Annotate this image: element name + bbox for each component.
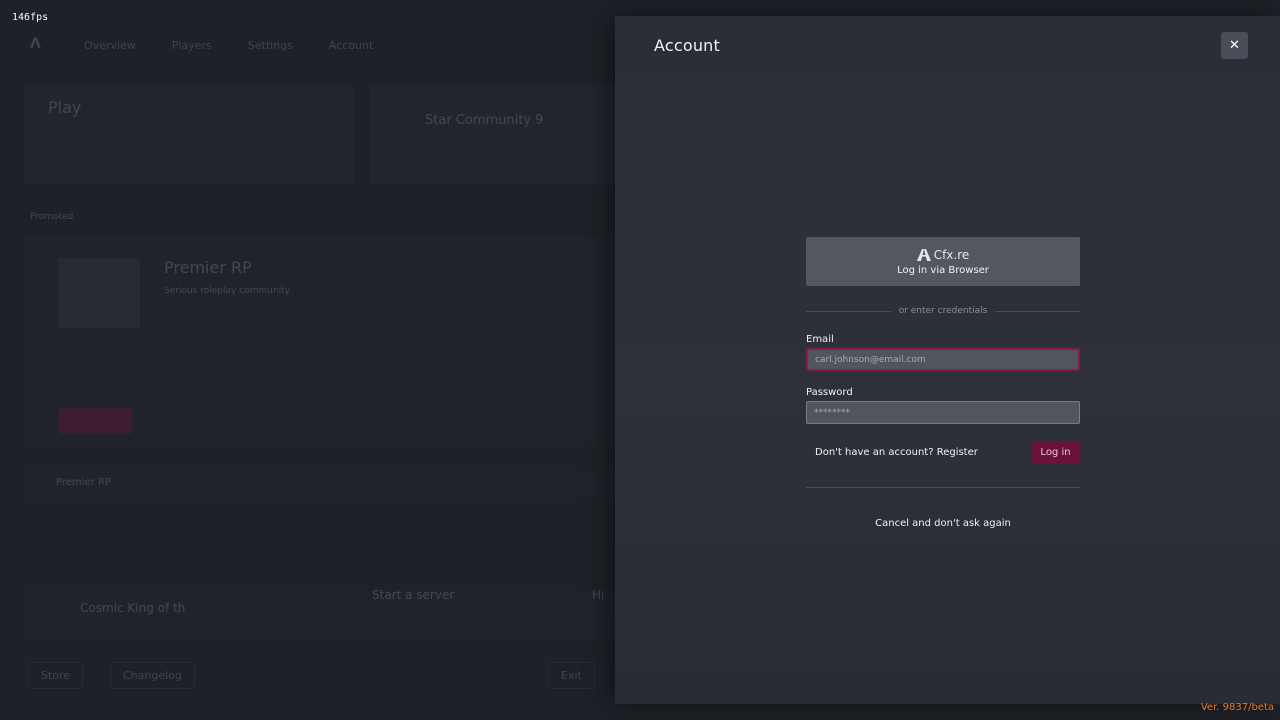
- bg-bottom-cards: [24, 590, 615, 640]
- bg-card-title: Hi: [592, 588, 605, 602]
- credentials-divider: or enter credentials: [806, 305, 1080, 317]
- account-panel: Account ✕ Cfx.re Log in via Browser or e…: [615, 16, 1280, 704]
- password-field[interactable]: [806, 401, 1080, 424]
- divider-text: or enter credentials: [898, 306, 988, 316]
- fps-counter: 146fps: [12, 12, 49, 23]
- cfx-logo-icon: [916, 248, 931, 261]
- bg-server-name: Premier RP: [164, 258, 252, 277]
- bg-card-title: Cosmic King of th: [80, 601, 186, 615]
- password-label: Password: [806, 387, 853, 398]
- bg-card-title: Start a server: [372, 588, 455, 602]
- divider-line: [806, 310, 891, 312]
- bg-nav-item: Players: [171, 38, 212, 52]
- bg-server-sub: Serious roleplay community: [164, 286, 290, 296]
- page-title: Account: [654, 36, 721, 55]
- bg-list-header: [24, 470, 615, 498]
- bg-featured-card: [370, 84, 615, 184]
- login-button[interactable]: Log in: [1031, 440, 1080, 464]
- browser-login-button[interactable]: Cfx.re Log in via Browser: [806, 237, 1080, 286]
- form-actions: Don't have an account? Register Log in: [806, 440, 1080, 464]
- email-field[interactable]: [806, 348, 1080, 371]
- cfx-brand-text: Cfx.re: [933, 247, 970, 262]
- email-label: Email: [806, 334, 834, 345]
- form-separator: [806, 487, 1080, 488]
- version-label: Ver. 9837/beta: [1200, 702, 1274, 713]
- bg-list-title: Premier RP: [56, 477, 111, 488]
- browser-login-label: Log in via Browser: [897, 264, 989, 276]
- bg-footer-button: Changelog: [110, 662, 195, 689]
- bg-nav-item: Account: [328, 38, 374, 52]
- bg-connect-button: [58, 408, 132, 434]
- bg-play-label: Play: [48, 98, 82, 117]
- divider-line: [995, 310, 1080, 312]
- bg-promoted-label: Promoted: [30, 212, 74, 222]
- bg-server-image: [58, 258, 140, 328]
- register-link[interactable]: Don't have an account? Register: [815, 447, 978, 458]
- background-nav: Λ Overview Players Settings Account: [30, 32, 373, 58]
- bg-featured-server: Star Community 9: [425, 113, 544, 128]
- close-button[interactable]: ✕: [1221, 32, 1248, 59]
- bg-footer-button: Store: [28, 662, 84, 689]
- bg-nav-item: Settings: [247, 38, 293, 52]
- login-form: Cfx.re Log in via Browser or enter crede…: [806, 237, 1080, 529]
- bg-footer-button: Exit: [548, 662, 595, 689]
- app-logo-icon: Λ: [30, 36, 41, 52]
- cancel-dont-ask-link[interactable]: Cancel and don't ask again: [806, 518, 1080, 529]
- cfx-brand: Cfx.re: [916, 247, 970, 262]
- bg-nav-item: Overview: [84, 38, 136, 52]
- close-icon: ✕: [1229, 38, 1240, 53]
